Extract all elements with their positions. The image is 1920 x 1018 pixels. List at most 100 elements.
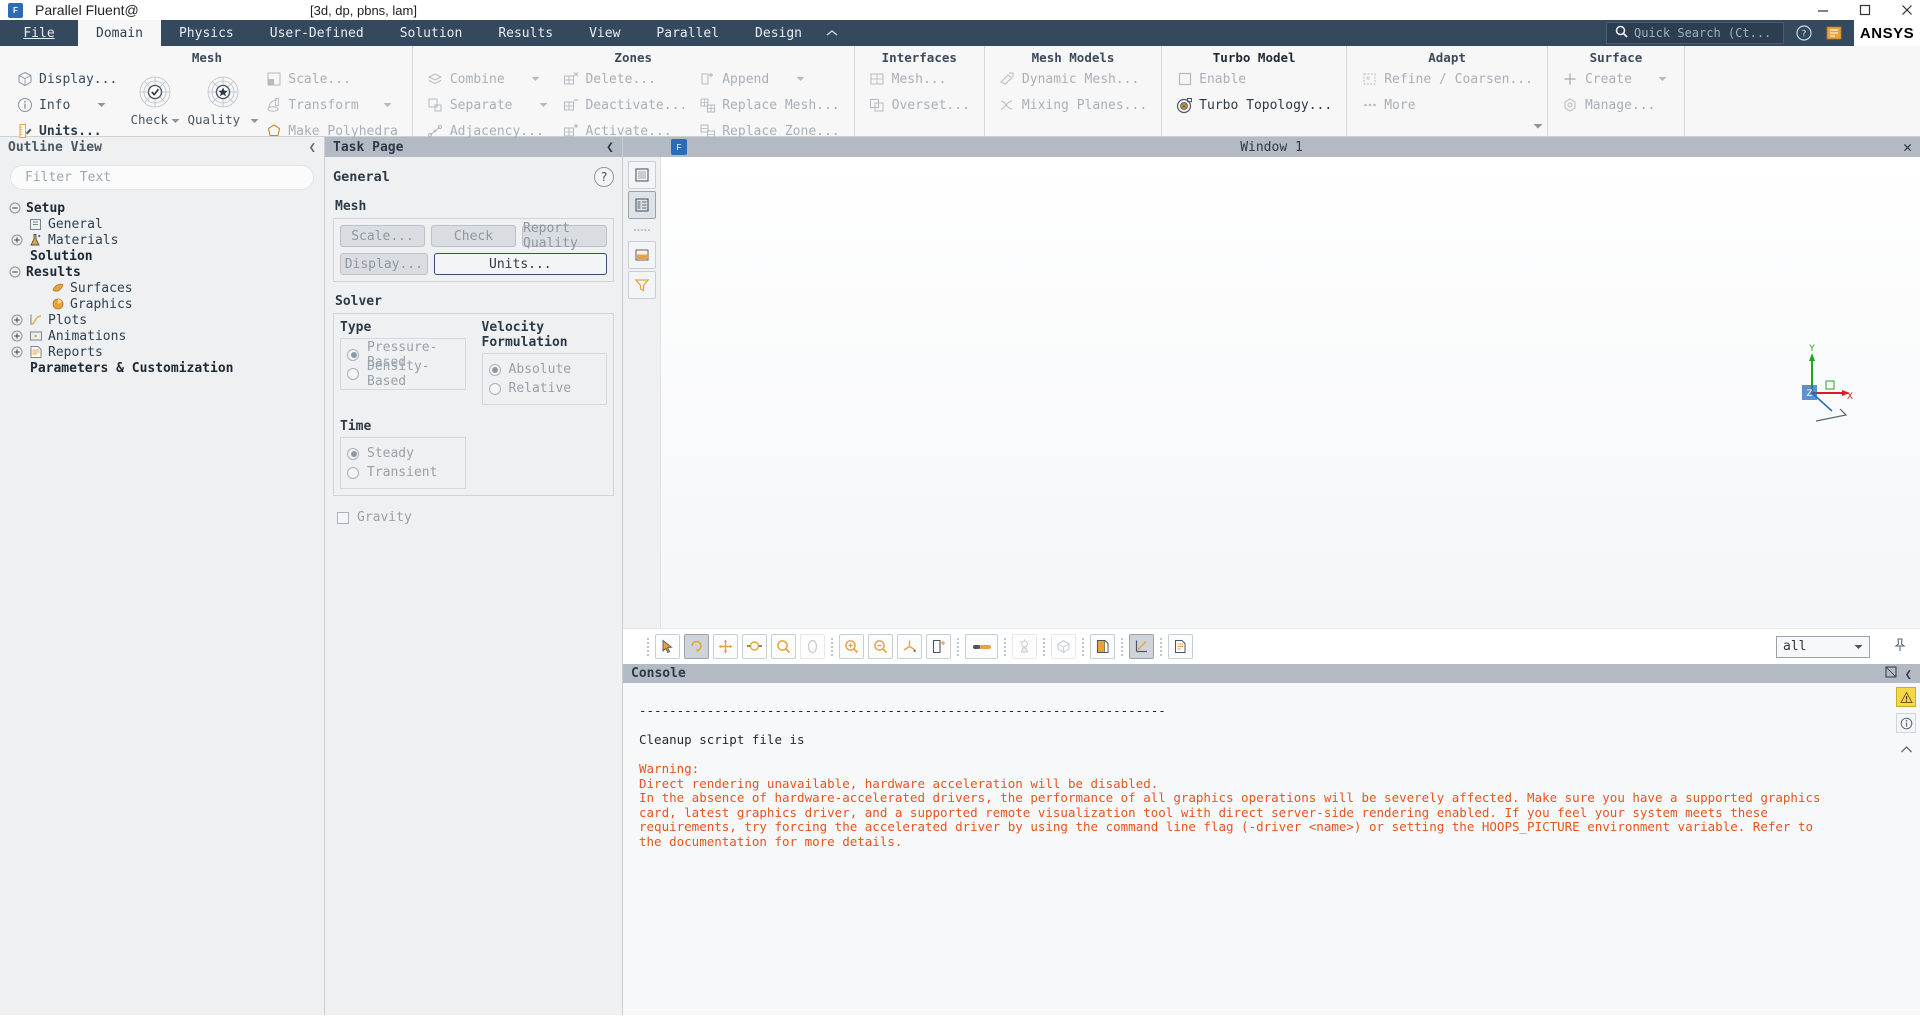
help-icon[interactable]: ? xyxy=(594,167,614,187)
graphics-window-chip[interactable]: F xyxy=(671,139,687,155)
check-button[interactable]: Check xyxy=(431,225,516,247)
rotate-icon[interactable] xyxy=(684,634,709,659)
chevron-down-icon[interactable] xyxy=(529,76,543,82)
radio-transient[interactable]: Transient xyxy=(347,463,459,482)
ribbon-group-adapt-expand[interactable] xyxy=(1533,122,1543,133)
save-view-icon[interactable] xyxy=(926,634,951,659)
help-icon[interactable]: ? xyxy=(1796,25,1812,41)
ribbon-interfaces-overset[interactable]: Overset... xyxy=(867,94,972,116)
info-circle-icon[interactable] xyxy=(1896,713,1916,733)
console-output[interactable]: ----------------------------------------… xyxy=(629,683,1892,1015)
ribbon-mesh-check-button[interactable]: Check xyxy=(127,72,183,127)
chevron-down-icon[interactable] xyxy=(381,102,395,108)
funnel-icon[interactable] xyxy=(627,271,656,299)
tree-item-plots[interactable]: Plots xyxy=(6,312,324,328)
expand-toggle-icon[interactable] xyxy=(10,314,23,327)
filter-input[interactable]: Filter Text xyxy=(10,165,314,190)
units-button[interactable]: Units... xyxy=(433,253,607,275)
ribbon-zones-append[interactable]: Append xyxy=(697,68,841,90)
ribbon-zones-adjacency[interactable]: Adjacency... xyxy=(425,120,553,142)
tree-item-solution[interactable]: Solution xyxy=(6,248,324,264)
tab-domain[interactable]: Domain xyxy=(78,20,161,46)
collapse-toggle-icon[interactable] xyxy=(8,266,21,279)
ribbon-zones-deactivate[interactable]: Deactivate... xyxy=(560,94,689,116)
ribbon-adapt-refine-coarsen[interactable]: Refine / Coarsen... xyxy=(1359,68,1535,90)
ribbon-zones-combine[interactable]: Combine xyxy=(425,68,553,90)
tree-item-graphics[interactable]: Graphics xyxy=(6,296,324,312)
zoom-in-icon[interactable] xyxy=(839,634,864,659)
book-icon[interactable] xyxy=(1826,26,1842,40)
chevron-down-icon[interactable] xyxy=(94,102,108,108)
fit-axes-icon[interactable] xyxy=(897,634,922,659)
close-icon[interactable] xyxy=(1900,3,1914,17)
radio-density-based[interactable]: Density-Based xyxy=(347,359,459,389)
tree-item-results[interactable]: Results xyxy=(6,264,324,280)
chevron-up-icon[interactable] xyxy=(820,20,844,46)
chevron-left-icon[interactable]: ❮ xyxy=(1905,667,1912,681)
radio-absolute[interactable]: Absolute xyxy=(488,360,601,379)
expand-toggle-icon[interactable] xyxy=(10,346,23,359)
ribbon-mesh-display[interactable]: Display... xyxy=(14,68,119,90)
layout-single-icon[interactable] xyxy=(627,161,656,189)
ribbon-mesh-units[interactable]: Units... xyxy=(14,120,119,142)
axes-toggle-icon[interactable] xyxy=(1129,634,1154,659)
chevron-left-icon[interactable]: ❮ xyxy=(309,140,316,154)
ribbon-surface-manage[interactable]: Manage... xyxy=(1560,94,1672,116)
ribbon-mesh-transform[interactable]: Transform xyxy=(263,94,400,116)
ribbon-mixing-planes[interactable]: Mixing Planes... xyxy=(997,94,1149,116)
restore-icon[interactable] xyxy=(1885,666,1897,682)
tab-view[interactable]: View xyxy=(571,20,638,46)
tree-item-general[interactable]: General xyxy=(6,216,324,232)
tab-solution[interactable]: Solution xyxy=(382,20,481,46)
ribbon-turbo-topology[interactable]: Turbo Topology... xyxy=(1174,94,1334,116)
report-quality-button[interactable]: Report Quality xyxy=(522,221,607,251)
ribbon-zones-delete[interactable]: Delete... xyxy=(560,68,689,90)
ribbon-mesh-scale[interactable]: Scale... xyxy=(263,68,400,90)
ribbon-mesh-make-polyhedra[interactable]: Make Polyhedra xyxy=(263,120,400,142)
chevron-down-icon[interactable] xyxy=(171,112,180,127)
minimize-icon[interactable] xyxy=(1816,3,1830,17)
select-pointer-icon[interactable] xyxy=(655,634,680,659)
caret-up-icon[interactable] xyxy=(1896,739,1916,759)
tab-design[interactable]: Design xyxy=(737,20,820,46)
tree-item-animations[interactable]: Animations xyxy=(6,328,324,344)
tab-results[interactable]: Results xyxy=(480,20,571,46)
radio-relative[interactable]: Relative xyxy=(488,379,601,398)
ribbon-zones-separate[interactable]: Separate xyxy=(425,94,553,116)
tab-parallel[interactable]: Parallel xyxy=(638,20,737,46)
expand-toggle-icon[interactable] xyxy=(10,330,23,343)
ruler-icon[interactable] xyxy=(965,634,998,659)
copy-screenshot-icon[interactable] xyxy=(1090,634,1115,659)
probe-icon[interactable] xyxy=(800,634,825,659)
tree-item-materials[interactable]: Materials xyxy=(6,232,324,248)
collapse-toggle-icon[interactable] xyxy=(8,202,21,215)
dots-handle-icon[interactable] xyxy=(628,221,656,239)
surface-filter-select[interactable]: all xyxy=(1776,635,1870,658)
chevron-down-icon[interactable] xyxy=(793,76,807,82)
perspective-icon[interactable] xyxy=(1051,634,1076,659)
close-icon[interactable]: ✕ xyxy=(1903,138,1912,156)
gravity-checkbox-row[interactable]: Gravity xyxy=(333,510,614,525)
zoom-out-icon[interactable] xyxy=(868,634,893,659)
chevron-down-icon[interactable] xyxy=(250,112,259,127)
tab-file[interactable]: File xyxy=(0,20,78,46)
chevron-down-icon[interactable] xyxy=(536,102,550,108)
ribbon-dynamic-mesh[interactable]: Dynamic Mesh... xyxy=(997,68,1149,90)
tree-item-surfaces[interactable]: Surfaces xyxy=(6,280,324,296)
tab-physics[interactable]: Physics xyxy=(161,20,252,46)
radio-steady[interactable]: Steady xyxy=(347,444,459,463)
warning-icon[interactable] xyxy=(1896,687,1916,707)
tree-item-setup[interactable]: Setup xyxy=(6,200,324,216)
expand-toggle-icon[interactable] xyxy=(10,234,23,247)
colormap-icon[interactable] xyxy=(627,241,656,269)
zoom-icon[interactable] xyxy=(771,634,796,659)
tree-item-reports[interactable]: Reports xyxy=(6,344,324,360)
pin-icon[interactable] xyxy=(1894,637,1906,656)
lighting-icon[interactable] xyxy=(1012,634,1037,659)
legend-icon[interactable] xyxy=(1168,634,1193,659)
pan-icon[interactable] xyxy=(713,634,738,659)
graphics-canvas[interactable]: Y X Z xyxy=(661,157,1920,628)
ribbon-turbo-enable[interactable]: Enable xyxy=(1174,68,1334,90)
maximize-icon[interactable] xyxy=(1858,3,1872,17)
tab-user-defined[interactable]: User-Defined xyxy=(252,20,382,46)
